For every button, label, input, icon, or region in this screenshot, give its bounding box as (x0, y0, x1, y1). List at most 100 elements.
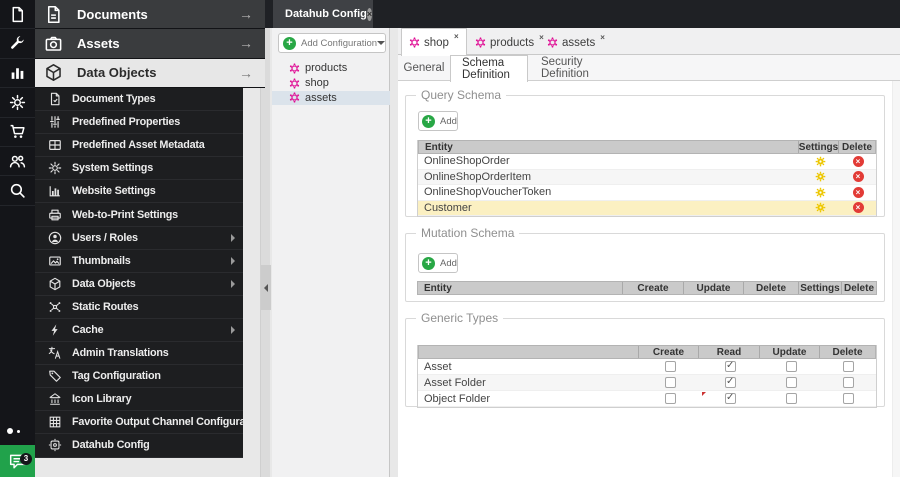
settings-nav-button[interactable] (0, 88, 35, 118)
create-checkbox[interactable] (664, 361, 676, 372)
sidebar-item-static-routes[interactable]: Static Routes (35, 296, 243, 319)
feedback-chat-button[interactable]: 3 (0, 445, 35, 477)
column-header-read[interactable]: Read (699, 346, 760, 358)
column-header-delete[interactable]: Delete (839, 141, 875, 153)
documents-nav-button[interactable] (0, 0, 35, 30)
sidebar-item-thumbnails[interactable]: Thumbnails (35, 250, 243, 273)
menu-item-documents[interactable]: Documents → (35, 0, 265, 30)
create-cell[interactable] (640, 391, 700, 406)
settings-cell[interactable] (800, 201, 840, 216)
update-checkbox[interactable] (785, 377, 797, 388)
delete-checkbox[interactable] (843, 393, 854, 404)
column-header-settings[interactable]: Settings (799, 282, 842, 294)
update-cell[interactable] (761, 375, 821, 390)
window-tabbar: Datahub Config (260, 0, 900, 28)
table-row[interactable]: OnlineShopVoucherToken (418, 185, 876, 201)
column-header-delete[interactable]: Delete (820, 346, 875, 358)
read-checkbox[interactable] (725, 360, 736, 372)
sidebar-item-web-to-print-settings[interactable]: Web-to-Print Settings (35, 203, 243, 227)
sidebar-item-predefined-properties[interactable]: Predefined Properties (35, 111, 243, 135)
table-row[interactable]: OnlineShopOrder (418, 154, 876, 170)
settings-cell[interactable] (800, 170, 840, 185)
update-checkbox[interactable] (785, 393, 797, 404)
sidebar-item-icon-library[interactable]: Icon Library (35, 388, 243, 412)
search-nav-button[interactable] (0, 176, 35, 206)
sidebar-item-cache[interactable]: Cache (35, 319, 243, 343)
settings-cell[interactable] (800, 185, 840, 200)
column-header-delete[interactable]: Delete (744, 282, 799, 294)
add-configuration-dropdown[interactable] (377, 41, 386, 45)
tree-item-shop[interactable]: shop (272, 76, 390, 91)
add-configuration-button[interactable]: Add Configuration (278, 33, 386, 53)
delete-cell[interactable] (840, 154, 876, 169)
sidebar-item-system-settings[interactable]: System Settings (35, 157, 243, 181)
menu-item-data-objects[interactable]: Data Objects → (35, 58, 265, 88)
tab-assets[interactable]: assets (540, 30, 612, 55)
vertical-scrollbar[interactable] (892, 81, 900, 477)
table-row[interactable]: OnlineShopOrderItem (418, 169, 876, 185)
delete-cell[interactable] (840, 170, 876, 185)
update-cell[interactable] (761, 391, 821, 406)
settings-cell[interactable] (800, 154, 840, 169)
ecommerce-nav-button[interactable] (0, 118, 35, 147)
query-add-button[interactable]: Add (418, 111, 458, 131)
tree-item-assets[interactable]: assets (272, 90, 390, 106)
sidebar-item-data-objects[interactable]: Data Objects (35, 273, 243, 296)
update-checkbox[interactable] (785, 361, 797, 372)
sidebar-item-users-roles[interactable]: Users / Roles (35, 227, 243, 250)
tools-nav-button[interactable] (0, 29, 35, 59)
update-cell[interactable] (761, 359, 821, 374)
read-cell[interactable] (700, 359, 761, 374)
tree-item-label: assets (305, 91, 337, 104)
delete-cell[interactable] (840, 201, 876, 216)
column-header-delete2[interactable]: Delete (842, 282, 876, 294)
read-cell[interactable] (700, 391, 761, 406)
users-nav-button[interactable] (0, 147, 35, 177)
menu-item-assets[interactable]: Assets → (35, 29, 265, 59)
delete-icon (852, 202, 864, 214)
close-icon[interactable] (454, 32, 459, 41)
create-checkbox[interactable] (664, 393, 676, 404)
column-header-update[interactable]: Update (684, 282, 744, 294)
tab-security-definition[interactable]: Security Definition (530, 55, 616, 81)
column-header-entity[interactable]: Entity (418, 282, 623, 294)
tab-general[interactable]: General (400, 55, 448, 81)
tree-item-products[interactable]: products (272, 61, 390, 76)
delete-cell[interactable] (821, 375, 876, 390)
close-icon[interactable] (366, 7, 373, 21)
column-header-update[interactable]: Update (760, 346, 820, 358)
close-icon[interactable] (600, 33, 605, 42)
column-header-settings[interactable]: Settings (799, 141, 839, 153)
tab-products[interactable]: products (468, 30, 551, 55)
delete-cell[interactable] (821, 359, 876, 374)
table-row[interactable]: Customer (418, 200, 876, 216)
sidebar-item-predefined-asset-metadata[interactable]: Predefined Asset Metadata (35, 134, 243, 158)
reports-nav-button[interactable] (0, 59, 35, 89)
create-checkbox[interactable] (664, 377, 676, 388)
read-checkbox[interactable] (725, 392, 736, 404)
entity-cell: Customer (424, 201, 472, 214)
column-header-create[interactable]: Create (639, 346, 699, 358)
column-header-entity[interactable]: Entity (419, 141, 799, 153)
sidebar-item-document-types[interactable]: Document Types (35, 88, 243, 112)
tab-shop[interactable]: shop (401, 28, 467, 56)
sidebar-item-tag-configuration[interactable]: Tag Configuration (35, 365, 243, 389)
mutation-add-button[interactable]: Add (418, 253, 458, 273)
west-splitter[interactable] (260, 28, 271, 477)
read-checkbox[interactable] (725, 376, 736, 388)
sidebar-item-datahub-config[interactable]: Datahub Config (35, 434, 243, 458)
sidebar-item-website-settings[interactable]: Website Settings (35, 180, 243, 204)
delete-checkbox[interactable] (843, 377, 854, 388)
read-cell[interactable] (700, 375, 761, 390)
delete-cell[interactable] (821, 391, 876, 406)
column-header-create[interactable]: Create (623, 282, 684, 294)
create-cell[interactable] (640, 375, 700, 390)
create-cell[interactable] (640, 359, 700, 374)
window-tab-datahub-config[interactable]: Datahub Config (273, 0, 373, 28)
sidebar-item-admin-translations[interactable]: Admin Translations (35, 342, 243, 366)
delete-cell[interactable] (840, 185, 876, 200)
delete-checkbox[interactable] (843, 361, 854, 372)
tab-schema-definition[interactable]: Schema Definition (450, 55, 528, 82)
collapse-handle[interactable] (261, 265, 271, 310)
sidebar-item-favorite-output-channel-configurations[interactable]: Favorite Output Channel Configurations (35, 411, 243, 435)
